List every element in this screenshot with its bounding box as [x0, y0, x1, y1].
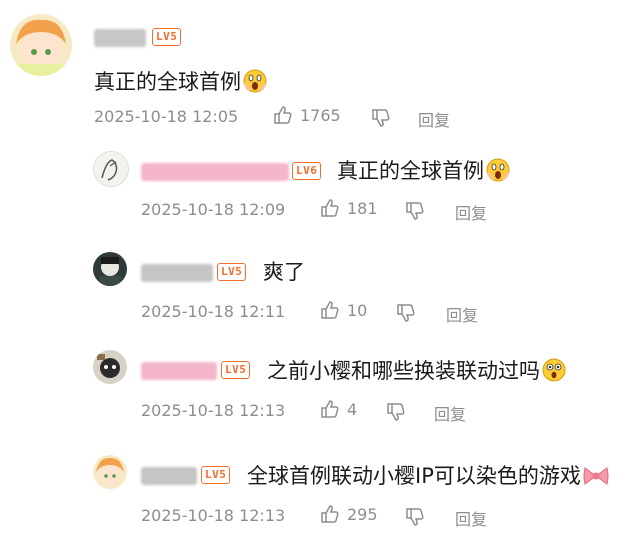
comment-text: 真正的全球首例	[337, 155, 510, 187]
screaming-face-icon	[486, 158, 510, 187]
reply-button[interactable]: 回复	[455, 200, 487, 224]
comment-text: 真正的全球首例	[94, 66, 267, 98]
reply-button[interactable]: 回复	[418, 107, 450, 131]
like-count: 4	[347, 400, 358, 419]
username-blurred[interactable]	[141, 264, 213, 282]
avatar[interactable]	[93, 350, 127, 384]
comment-time: 2025-10-18 12:11	[141, 302, 286, 321]
thumbs-up-icon[interactable]	[320, 399, 340, 423]
like-count: 181	[347, 199, 378, 218]
comment-time: 2025-10-18 12:09	[141, 200, 286, 219]
reply-button[interactable]: 回复	[434, 401, 466, 425]
bow-icon	[583, 465, 609, 492]
thumbs-down-icon[interactable]	[405, 507, 425, 531]
surprised-face-icon	[542, 358, 566, 387]
level-badge: LV5	[221, 361, 251, 379]
comment-time: 2025-10-18 12:05	[94, 107, 239, 126]
thumbs-down-icon[interactable]	[371, 108, 391, 132]
thumbs-down-icon[interactable]	[396, 303, 416, 327]
thumbs-up-icon[interactable]	[273, 105, 293, 129]
comment-text: 爽了	[263, 260, 305, 284]
screaming-face-icon	[243, 69, 267, 98]
level-badge: LV5	[152, 28, 182, 46]
username-blurred[interactable]	[141, 467, 197, 485]
username-blurred[interactable]	[94, 29, 146, 47]
reply-button[interactable]: 回复	[455, 506, 487, 530]
avatar[interactable]	[93, 455, 127, 489]
avatar[interactable]	[93, 252, 127, 286]
thumbs-up-icon[interactable]	[320, 504, 340, 528]
thumbs-down-icon[interactable]	[386, 402, 406, 426]
comment-text: 之前小樱和哪些换装联动过吗	[267, 355, 566, 387]
reply-button[interactable]: 回复	[446, 302, 478, 326]
comment-time: 2025-10-18 12:13	[141, 506, 286, 525]
avatar[interactable]	[93, 151, 129, 187]
like-count: 295	[347, 505, 378, 524]
comment-time: 2025-10-18 12:13	[141, 401, 286, 420]
username-blurred[interactable]	[141, 163, 289, 181]
like-count: 1765	[300, 106, 341, 125]
thumbs-up-icon[interactable]	[320, 300, 340, 324]
thumbs-up-icon[interactable]	[320, 198, 340, 222]
username-blurred[interactable]	[141, 362, 217, 380]
level-badge: LV6	[292, 162, 322, 180]
level-badge: LV5	[201, 466, 231, 484]
avatar[interactable]	[10, 14, 72, 76]
like-count: 10	[347, 301, 368, 320]
level-badge: LV5	[217, 263, 247, 281]
comment-text: 全球首例联动小樱IP可以染色的游戏	[247, 460, 609, 492]
thumbs-down-icon[interactable]	[405, 201, 425, 225]
